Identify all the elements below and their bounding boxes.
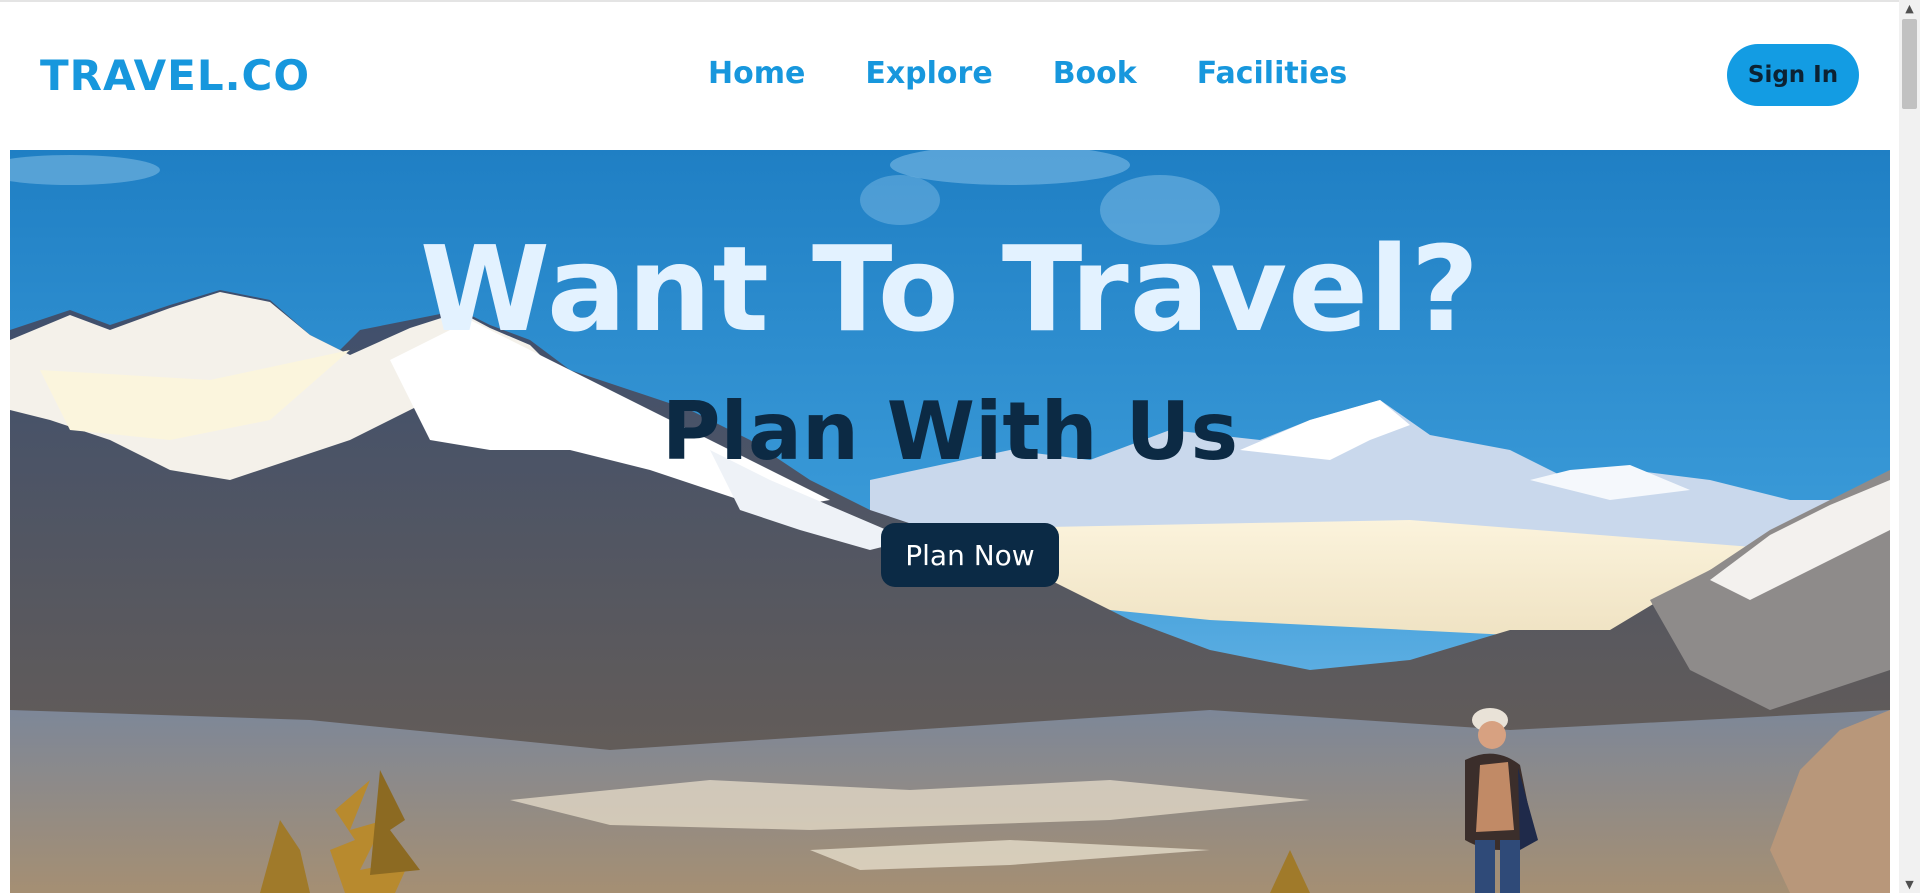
nav-book[interactable]: Book (1053, 56, 1137, 91)
main-nav: Home Explore Book Facilities (708, 56, 1347, 91)
hero-subline: Plan With Us (661, 385, 1239, 478)
scrollbar-thumb[interactable] (1902, 19, 1917, 109)
vertical-scrollbar[interactable]: ▲ ▼ (1899, 0, 1920, 893)
nav-explore[interactable]: Explore (865, 56, 992, 91)
site-logo[interactable]: TRAVEL.CO (40, 51, 310, 100)
arrow-down-icon[interactable]: ▼ (1899, 876, 1920, 893)
nav-facilities[interactable]: Facilities (1197, 56, 1347, 91)
nav-home[interactable]: Home (708, 56, 805, 91)
arrow-up-icon[interactable]: ▲ (1899, 0, 1920, 17)
sign-in-button[interactable]: Sign In (1727, 44, 1859, 106)
hero-section: Want To Travel? Plan With Us Plan Now (10, 150, 1890, 893)
site-header: TRAVEL.CO Home Explore Book Facilities S… (0, 2, 1899, 150)
plan-now-button[interactable]: Plan Now (881, 523, 1059, 587)
hero-headline: Want To Travel? (419, 220, 1481, 358)
